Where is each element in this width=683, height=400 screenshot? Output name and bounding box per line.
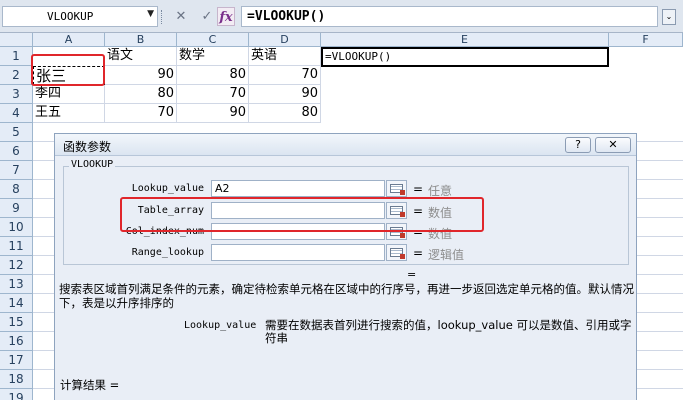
cell-d1[interactable]: 英语 — [249, 47, 321, 66]
row-header-12[interactable]: 12 — [0, 256, 33, 275]
cell-c4[interactable]: 90 — [177, 104, 249, 123]
row-header-17[interactable]: 17 — [0, 351, 33, 370]
row-header-14[interactable]: 14 — [0, 294, 33, 313]
select-all-corner[interactable] — [0, 33, 33, 47]
row-header-6[interactable]: 6 — [0, 142, 33, 161]
highlight-box-a2 — [31, 54, 105, 86]
row-header-10[interactable]: 10 — [0, 218, 33, 237]
param-equals: = — [413, 182, 424, 196]
row-header-11[interactable]: 11 — [0, 237, 33, 256]
row-header-7[interactable]: 7 — [0, 161, 33, 180]
row-header-3[interactable]: 3 — [0, 85, 33, 104]
row-header-19[interactable]: 19 — [0, 389, 33, 400]
close-button[interactable]: ✕ — [595, 137, 631, 153]
cell-e1[interactable]: =VLOOKUP() — [321, 47, 609, 67]
cell-b1[interactable]: 语文 — [105, 47, 177, 66]
column-header-b[interactable]: B — [105, 33, 177, 47]
collapse-dialog-icon[interactable] — [386, 180, 407, 197]
function-group: VLOOKUP Lookup_value A2 = 任意 Table_array… — [63, 159, 629, 265]
param-label-lookup-value: Lookup_value — [131, 183, 204, 194]
row-header-18[interactable]: 18 — [0, 370, 33, 389]
formula-bar: VLOOKUP ▼ ✕ ✓ fx =VLOOKUP() ⌄ — [0, 0, 683, 33]
lookup-value-input[interactable]: A2 — [211, 180, 385, 197]
name-box-value: VLOOKUP — [47, 10, 94, 23]
dialog-title: 函数参数 — [63, 140, 112, 154]
row-header-15[interactable]: 15 — [0, 313, 33, 332]
expand-formula-bar-button[interactable]: ⌄ — [662, 9, 676, 25]
param-result-range-lookup: 逻辑值 — [428, 248, 465, 262]
enter-formula-button[interactable]: ✓ — [198, 7, 216, 26]
param-equals: = — [413, 246, 424, 260]
range-lookup-input[interactable] — [211, 244, 385, 261]
row-header-4[interactable]: 4 — [0, 104, 33, 123]
formula-bar-separator — [161, 10, 165, 24]
column-header-d[interactable]: D — [249, 33, 321, 47]
current-param-label: Lookup_value — [184, 320, 257, 331]
column-header-a[interactable]: A — [33, 33, 105, 47]
row-header-9[interactable]: 9 — [0, 199, 33, 218]
cell-c2[interactable]: 80 — [177, 66, 249, 85]
cell-d3[interactable]: 90 — [249, 85, 321, 104]
cell-b3[interactable]: 80 — [105, 85, 177, 104]
name-box[interactable]: VLOOKUP ▼ — [2, 6, 158, 27]
column-header-e[interactable]: E — [321, 33, 609, 47]
row-header-2[interactable]: 2 — [0, 66, 33, 85]
function-name: VLOOKUP — [69, 159, 116, 170]
cell-c3[interactable]: 70 — [177, 85, 249, 104]
cell-a3[interactable]: 李四 — [33, 85, 105, 104]
highlight-box-lookup-value — [120, 197, 484, 232]
function-result-equals: = — [407, 268, 417, 281]
row-header-13[interactable]: 13 — [0, 275, 33, 294]
current-param-description: 需要在数据表首列进行搜索的值，lookup_value 可以是数值、引用或字符串 — [265, 318, 632, 345]
insert-function-button[interactable]: fx — [217, 7, 235, 26]
row-header-16[interactable]: 16 — [0, 332, 33, 351]
function-description: 搜索表区域首列满足条件的元素，确定待检索单元格在区域中的行序号，再进一步返回选定… — [59, 282, 634, 310]
collapse-dialog-icon[interactable] — [386, 244, 407, 261]
cell-d2[interactable]: 70 — [249, 66, 321, 85]
param-label-range-lookup: Range_lookup — [131, 247, 204, 258]
row-header-5[interactable]: 5 — [0, 123, 33, 142]
cell-a4[interactable]: 王五 — [33, 104, 105, 123]
chevron-down-icon[interactable]: ▼ — [147, 9, 154, 19]
formula-input[interactable]: =VLOOKUP() — [241, 6, 658, 27]
function-arguments-dialog: 函数参数 ? ✕ VLOOKUP Lookup_value A2 = 任意 Ta… — [54, 133, 637, 400]
cell-d4[interactable]: 80 — [249, 104, 321, 123]
cell-b2[interactable]: 90 — [105, 66, 177, 85]
help-button[interactable]: ? — [565, 137, 591, 153]
cell-b4[interactable]: 70 — [105, 104, 177, 123]
cell-c1[interactable]: 数学 — [177, 47, 249, 66]
dialog-title-bar[interactable]: 函数参数 ? ✕ — [55, 134, 636, 156]
cancel-formula-button[interactable]: ✕ — [172, 7, 190, 26]
row-header-8[interactable]: 8 — [0, 180, 33, 199]
row-header-1[interactable]: 1 — [0, 47, 33, 66]
column-header-c[interactable]: C — [177, 33, 249, 47]
column-header-f[interactable]: F — [609, 33, 683, 47]
calculation-result: 计算结果 = — [60, 378, 120, 392]
